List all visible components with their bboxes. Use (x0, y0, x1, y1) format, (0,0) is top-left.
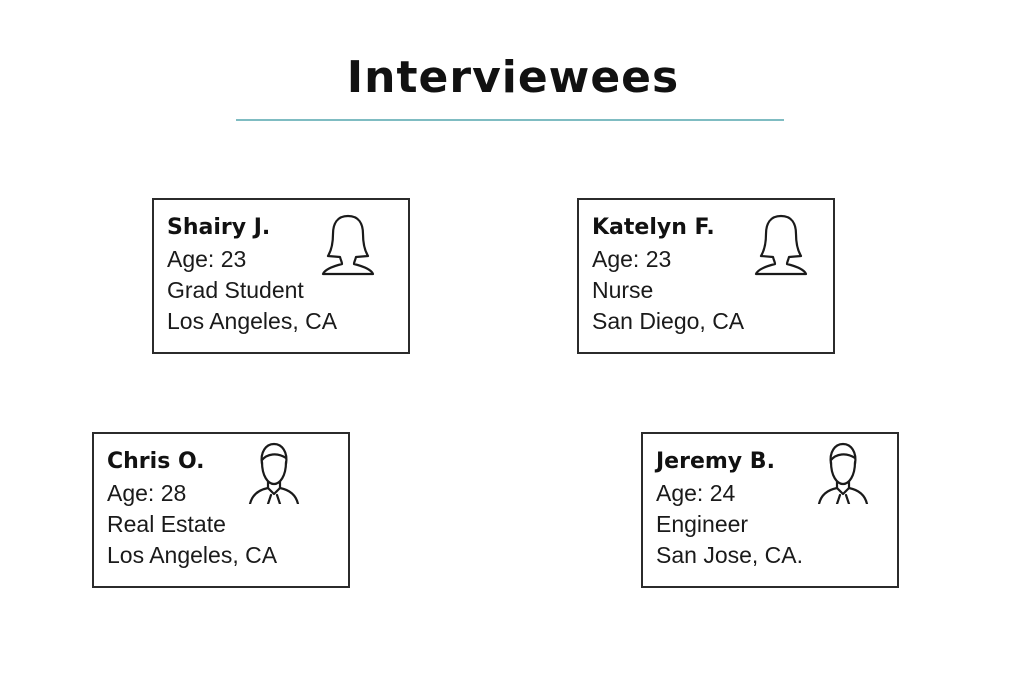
interviewee-name: Katelyn F. (592, 215, 715, 240)
interviewee-card-chris: Chris O. Age: 28 Real Estate Los Angeles… (92, 432, 350, 588)
card-text: Shairy J. Age: 23 Grad Student Los Angel… (167, 212, 337, 337)
interviewee-age: Age: 23 (167, 246, 247, 272)
male-user-icon (813, 440, 873, 504)
female-user-icon (318, 212, 378, 276)
interviewee-name: Jeremy B. (656, 449, 775, 474)
interviewee-location: Los Angeles, CA (167, 308, 338, 334)
interviewee-age: Age: 24 (656, 480, 736, 506)
interviewee-location: Los Angeles, CA (107, 542, 278, 568)
interviewee-occupation: Grad Student (167, 277, 304, 303)
interviewee-age: Age: 23 (592, 246, 672, 272)
interviewee-occupation: Real Estate (107, 511, 226, 537)
interviewee-card-shairy: Shairy J. Age: 23 Grad Student Los Angel… (152, 198, 410, 354)
interviewee-occupation: Nurse (592, 277, 654, 303)
male-user-icon (244, 440, 304, 504)
interviewee-name: Shairy J. (167, 215, 271, 240)
interviewee-location: San Diego, CA (592, 308, 745, 334)
card-text: Jeremy B. Age: 24 Engineer San Jose, CA. (656, 446, 803, 571)
interviewee-card-katelyn: Katelyn F. Age: 23 Nurse San Diego, CA (577, 198, 835, 354)
title-divider (236, 119, 784, 121)
card-text: Katelyn F. Age: 23 Nurse San Diego, CA (592, 212, 744, 337)
page-title: Interviewees (346, 52, 680, 103)
interviewee-card-jeremy: Jeremy B. Age: 24 Engineer San Jose, CA. (641, 432, 899, 588)
interviewee-location: San Jose, CA. (656, 542, 804, 568)
female-user-icon (751, 212, 811, 276)
interviewee-occupation: Engineer (656, 511, 749, 537)
